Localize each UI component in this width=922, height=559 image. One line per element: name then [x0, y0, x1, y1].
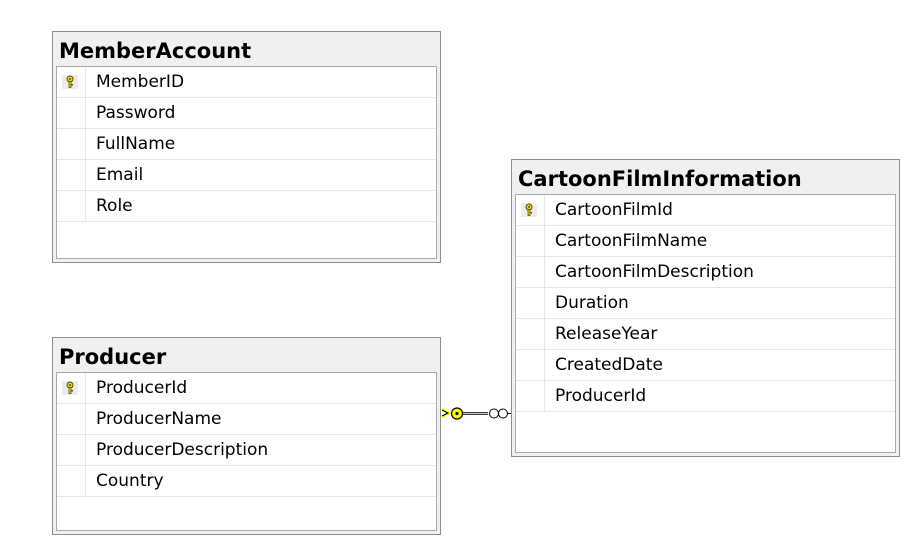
many-end-infinity-icon	[489, 408, 511, 419]
one-end-key-icon	[441, 407, 464, 420]
relationship-connector[interactable]	[0, 0, 922, 559]
